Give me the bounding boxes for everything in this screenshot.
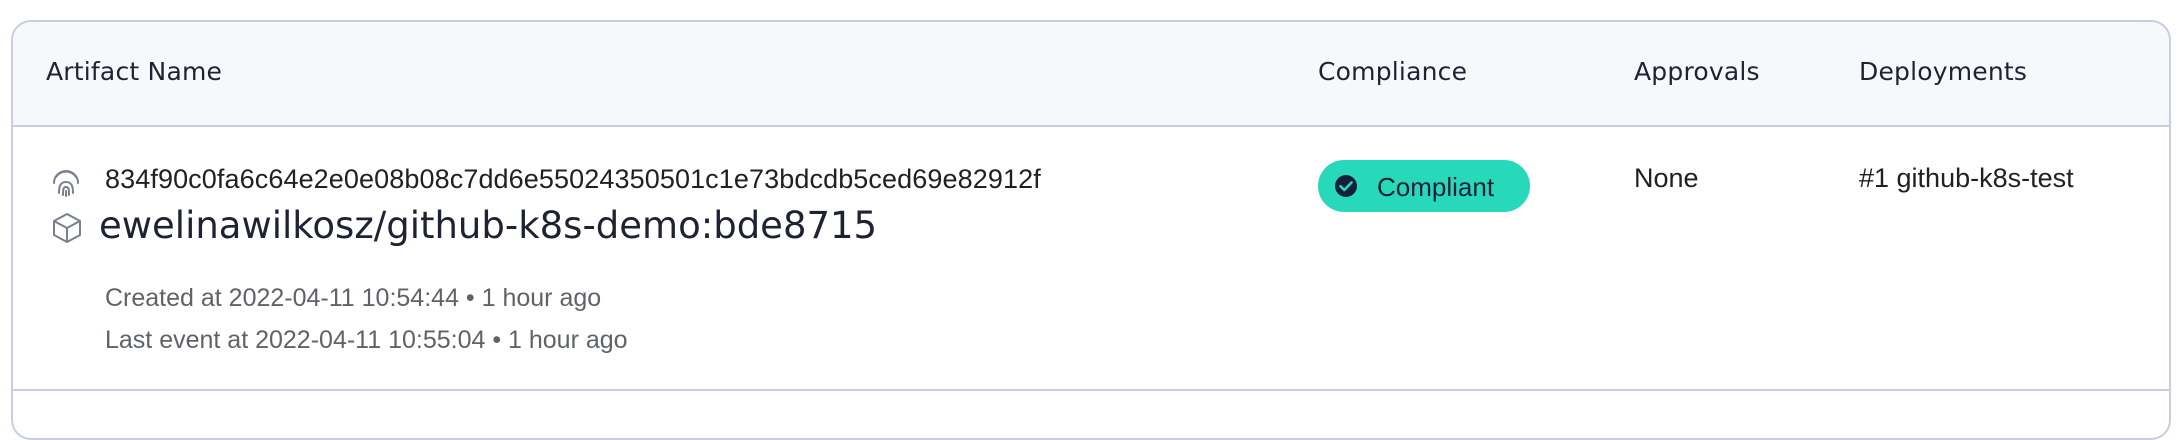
approvals-value: None [1634,163,1699,193]
created-at-text: Created at 2022-04-11 10:54:44 • 1 hour … [105,284,602,312]
artifact-name-link[interactable]: ewelinawilkosz/github-k8s-demo:bde8715 [99,204,877,247]
table-header: Artifact Name Compliance Approvals Deplo… [13,22,2169,127]
column-header-artifact-name: Artifact Name [46,57,223,86]
column-header-compliance: Compliance [1318,57,1468,86]
fingerprint-icon [53,170,79,197]
check-circle-icon [1335,175,1357,197]
table-row[interactable]: 834f90c0fa6c64e2e0e08b08c7dd6e5502435050… [13,127,2169,391]
column-header-deployments: Deployments [1859,57,2028,86]
compliance-status-badge: Compliant [1318,160,1530,212]
artifact-sha: 834f90c0fa6c64e2e0e08b08c7dd6e5502435050… [105,164,1041,194]
column-header-approvals: Approvals [1634,57,1760,86]
cube-icon [53,213,81,243]
deployment-link[interactable]: #1 github-k8s-test [1859,163,2074,194]
compliance-status-label: Compliant [1377,172,1495,202]
artifacts-table: Artifact Name Compliance Approvals Deplo… [11,20,2171,440]
last-event-text: Last event at 2022-04-11 10:55:04 • 1 ho… [105,326,628,354]
